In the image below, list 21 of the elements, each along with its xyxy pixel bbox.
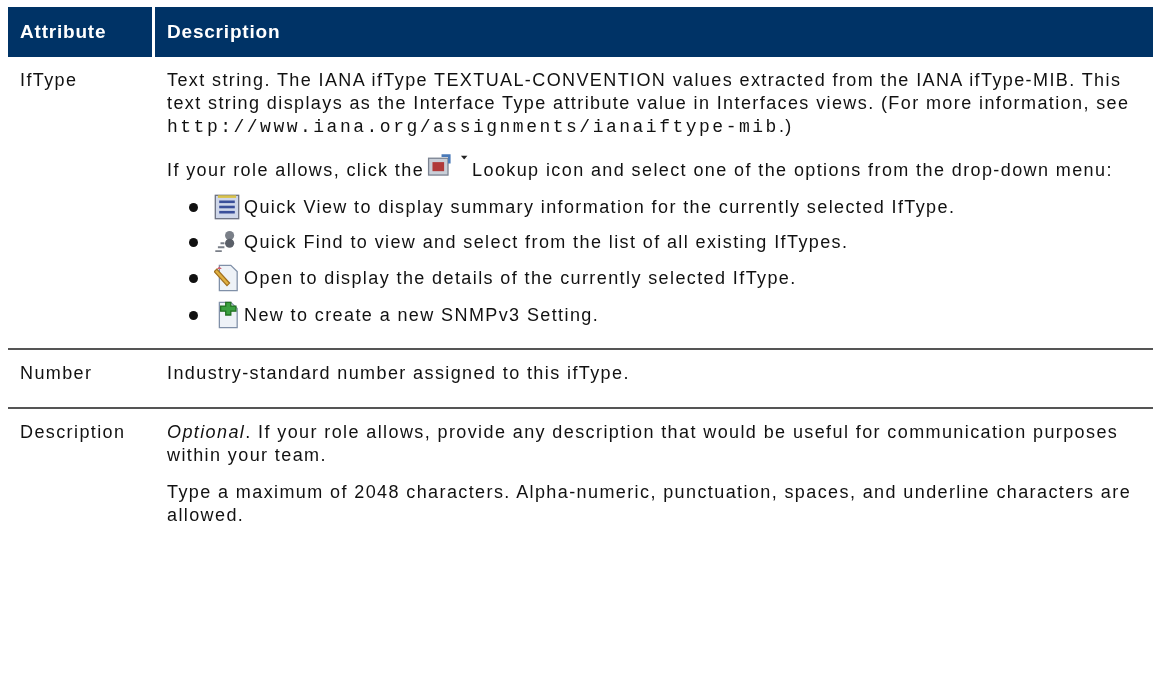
description-text: Optional. If your role allows, provide any description that would be useful for communication purposes within your team. — [167, 421, 1120, 467]
description-text: If your role allows, click the — [167, 160, 425, 180]
pencil-document-icon — [214, 264, 240, 292]
description-text: Industry-standard number assigned to this ifType. — [167, 362, 631, 385]
attribute-name: Description — [20, 422, 126, 442]
bullet-icon — [189, 237, 198, 247]
bullet-icon — [189, 310, 198, 320]
list-item-text: Quick Find to view and select from the list of all existing IfTypes. — [244, 230, 849, 254]
description-text: Lookup icon and select one of the options from the drop-down menu: — [472, 160, 1113, 180]
list-item-text: New to create a new SNMPv3 Setting. — [244, 303, 600, 327]
attribute-name: Number — [20, 363, 93, 383]
bullet-icon — [189, 202, 198, 212]
description-text: Type a maximum of 2048 characters. Alpha-numeric, punctuation, spaces, and underline characters are allowed. — [167, 481, 1133, 527]
table-icon — [214, 194, 240, 220]
attribute-name: IfType — [20, 70, 78, 90]
column-header: Description — [155, 7, 1153, 57]
list-item-text: Quick View to display summary information for the currently selected IfType. — [244, 195, 956, 219]
list-item-text: Open to display the details of the currently selected IfType. — [244, 266, 797, 290]
description-text: Text string. The IANA ifType TEXTUAL-CONVENTION values extracted from the IANA ifType-MIB. This text string displays as the Interface Type attribute value in Interfaces views. (For more information, see http://www.iana.org/assignments/ianaiftype-mib.) — [167, 69, 1131, 139]
bullet-icon — [189, 273, 198, 283]
column-header: Attribute — [8, 7, 155, 57]
